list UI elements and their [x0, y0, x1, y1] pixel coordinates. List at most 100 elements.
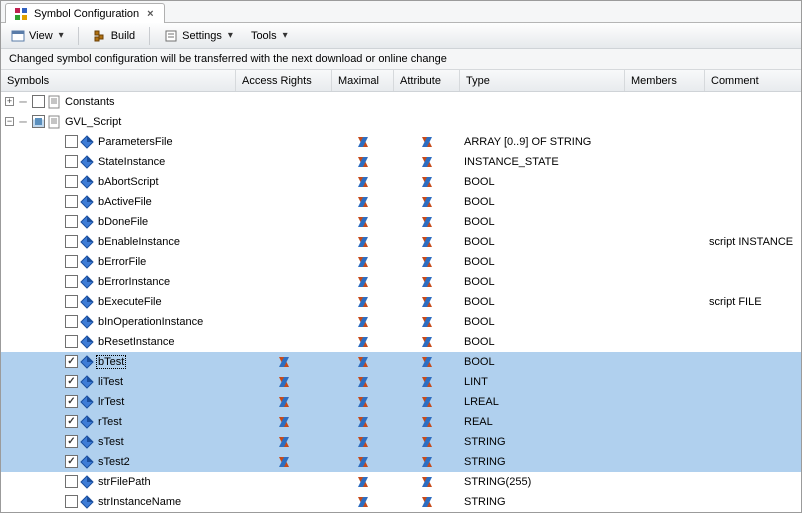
- checkbox[interactable]: [65, 395, 78, 408]
- item-type: STRING: [464, 496, 506, 508]
- item-label: bActiveFile: [96, 196, 152, 208]
- access-rights-icon: [277, 375, 291, 389]
- tree-item-row[interactable]: strFilePathSTRING(255): [1, 472, 801, 492]
- attribute-icon: [420, 255, 434, 269]
- col-rights[interactable]: Access Rights: [236, 70, 332, 91]
- column-headers: Symbols Access Rights Maximal Attribute …: [1, 70, 801, 92]
- maximal-rights-icon: [356, 175, 370, 189]
- expand-icon[interactable]: +: [5, 97, 14, 106]
- maximal-rights-icon: [356, 375, 370, 389]
- toolbar-view[interactable]: View ▾: [7, 27, 68, 45]
- attribute-icon: [420, 475, 434, 489]
- checkbox[interactable]: [65, 255, 78, 268]
- chevron-down-icon: ▾: [57, 30, 64, 41]
- tab-title: Symbol Configuration: [34, 8, 139, 20]
- tree-folder-row[interactable]: +─Constants: [1, 92, 801, 112]
- tab-symbol-configuration[interactable]: Symbol Configuration ×: [5, 3, 165, 23]
- maximal-rights-icon: [356, 475, 370, 489]
- settings-icon: [164, 29, 178, 43]
- tree-item-row[interactable]: bTestBOOL: [1, 352, 801, 372]
- item-label: sTest: [96, 436, 124, 448]
- item-type: REAL: [464, 416, 493, 428]
- access-rights-icon: [277, 355, 291, 369]
- item-type: LREAL: [464, 396, 499, 408]
- tree-item-row[interactable]: bActiveFileBOOL: [1, 192, 801, 212]
- collapse-icon[interactable]: −: [5, 117, 14, 126]
- checkbox[interactable]: [65, 235, 78, 248]
- tree-folder-row[interactable]: −─GVL_Script: [1, 112, 801, 132]
- tree-item-row[interactable]: bErrorFile BOOL: [1, 252, 801, 272]
- checkbox[interactable]: [65, 475, 78, 488]
- checkbox[interactable]: [65, 355, 78, 368]
- checkbox[interactable]: [65, 455, 78, 468]
- col-comment[interactable]: Comment: [705, 70, 801, 91]
- tree-item-row[interactable]: strInstanceName STRING: [1, 492, 801, 512]
- checkbox[interactable]: [32, 95, 45, 108]
- col-type[interactable]: Type: [460, 70, 625, 91]
- attribute-icon: [420, 435, 434, 449]
- item-label: liTest: [96, 376, 123, 388]
- tree-item-row[interactable]: liTestLINT: [1, 372, 801, 392]
- checkbox[interactable]: [65, 135, 78, 148]
- tree-item-row[interactable]: bResetInstanceBOOL: [1, 332, 801, 352]
- col-symbols[interactable]: Symbols: [1, 70, 236, 91]
- checkbox[interactable]: [65, 495, 78, 508]
- item-label: bEnableInstance: [96, 236, 180, 248]
- checkbox[interactable]: [65, 375, 78, 388]
- maximal-rights-icon: [356, 235, 370, 249]
- item-type: BOOL: [464, 336, 495, 348]
- symbol-tree[interactable]: +─Constants−─GVL_ScriptParametersFileARR…: [1, 92, 801, 512]
- tree-item-row[interactable]: rTestREAL: [1, 412, 801, 432]
- tree-item-row[interactable]: bEnableInstanceBOOLscript INSTANCE: [1, 232, 801, 252]
- tree-item-row[interactable]: bInOperationInstanceBOOL: [1, 312, 801, 332]
- access-rights-icon: [277, 415, 291, 429]
- variable-icon: [80, 275, 94, 289]
- checkbox[interactable]: [32, 115, 45, 128]
- page-icon: [47, 115, 61, 129]
- item-label: bErrorFile: [96, 256, 146, 268]
- toolbar-settings[interactable]: Settings ▾: [160, 27, 237, 45]
- tree-item-row[interactable]: ParametersFileARRAY [0..9] OF STRING: [1, 132, 801, 152]
- access-rights-icon: [277, 435, 291, 449]
- variable-icon: [80, 355, 94, 369]
- checkbox[interactable]: [65, 315, 78, 328]
- item-type: BOOL: [464, 256, 495, 268]
- tree-item-row[interactable]: bAbortScriptBOOL: [1, 172, 801, 192]
- checkbox[interactable]: [65, 155, 78, 168]
- checkbox[interactable]: [65, 435, 78, 448]
- maximal-rights-icon: [356, 275, 370, 289]
- access-rights-icon: [277, 455, 291, 469]
- tree-item-row[interactable]: sTest2STRING: [1, 452, 801, 472]
- tree-item-row[interactable]: sTestSTRING: [1, 432, 801, 452]
- tree-item-row[interactable]: bExecuteFileBOOLscript FILE: [1, 292, 801, 312]
- checkbox[interactable]: [65, 335, 78, 348]
- checkbox[interactable]: [65, 195, 78, 208]
- separator: [78, 27, 79, 45]
- variable-icon: [80, 435, 94, 449]
- item-label: strInstanceName: [96, 496, 181, 508]
- tree-item-row[interactable]: StateInstanceINSTANCE_STATE: [1, 152, 801, 172]
- checkbox[interactable]: [65, 415, 78, 428]
- toolbar-build[interactable]: Build: [89, 27, 139, 45]
- tree-item-row[interactable]: bErrorInstanceBOOL: [1, 272, 801, 292]
- close-icon[interactable]: ×: [145, 8, 155, 20]
- tree-item-row[interactable]: lrTestLREAL: [1, 392, 801, 412]
- checkbox[interactable]: [65, 295, 78, 308]
- col-members[interactable]: Members: [625, 70, 705, 91]
- checkbox[interactable]: [65, 215, 78, 228]
- toolbar: View ▾ Build Settings ▾ Tools ▾: [1, 23, 801, 49]
- attribute-icon: [420, 395, 434, 409]
- checkbox[interactable]: [65, 275, 78, 288]
- toolbar-tools[interactable]: Tools ▾: [247, 28, 292, 44]
- variable-icon: [80, 175, 94, 189]
- attribute-icon: [420, 375, 434, 389]
- item-type: BOOL: [464, 356, 495, 368]
- maximal-rights-icon: [356, 395, 370, 409]
- col-attribute[interactable]: Attribute: [394, 70, 460, 91]
- variable-icon: [80, 155, 94, 169]
- item-label: bAbortScript: [96, 176, 159, 188]
- checkbox[interactable]: [65, 175, 78, 188]
- variable-icon: [80, 135, 94, 149]
- tree-item-row[interactable]: bDoneFileBOOL: [1, 212, 801, 232]
- col-maximal[interactable]: Maximal: [332, 70, 394, 91]
